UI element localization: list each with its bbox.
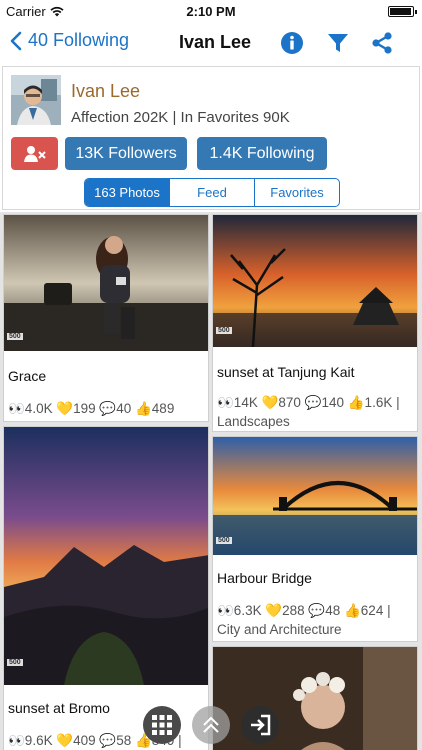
photo-card[interactable]: 500 Grace 👀4.0K 💛199 💬40 👍489	[3, 214, 209, 422]
photo-card[interactable]: 500 sunset at Tanjung Kait 👀14K 💛870 💬14…	[212, 214, 418, 432]
back-label: 40 Following	[28, 30, 130, 50]
photo-title: Grace	[8, 368, 47, 384]
chevron-left-icon	[10, 31, 22, 50]
photo-stats: 👀4.0K 💛199 💬40 👍489	[8, 401, 175, 416]
watermark-badge: 500	[7, 659, 23, 666]
photo-thumbnail[interactable]: 500	[4, 427, 208, 685]
profile-card: Ivan Lee Affection 202K | In Favorites 9…	[2, 66, 420, 210]
battery-icon	[388, 6, 417, 17]
watermark-badge: 500	[216, 327, 232, 334]
photo-title: Harbour Bridge	[217, 570, 312, 586]
logout-button[interactable]	[241, 706, 279, 744]
unfollow-button[interactable]	[11, 137, 58, 170]
page-title: Ivan Lee	[178, 32, 252, 52]
photo-title: sunset at Bromo	[8, 700, 110, 716]
share-icon[interactable]	[370, 31, 394, 55]
tab-feed[interactable]: Feed	[170, 179, 255, 206]
photo-grid: 500 Grace 👀4.0K 💛199 💬40 👍489 500 sunset	[0, 212, 422, 750]
tab-photos[interactable]: 163 Photos	[85, 179, 170, 206]
battery-level	[390, 8, 411, 15]
photo-thumbnail[interactable]: 500	[4, 215, 208, 351]
watermark-badge: 500	[216, 537, 232, 544]
profile-tabs: 163 Photos Feed Favorites	[84, 178, 340, 207]
scroll-top-icon	[203, 716, 219, 733]
profile-name[interactable]: Ivan Lee	[71, 81, 140, 102]
status-time: 2:10 PM	[186, 4, 236, 19]
photo-title: sunset at Tanjung Kait	[217, 364, 355, 380]
grid-menu-button[interactable]	[143, 706, 181, 744]
photo-card[interactable]: 500 Harbour Bridge 👀6.3K 💛288 💬48 👍624 |…	[212, 436, 418, 642]
logout-icon	[251, 714, 271, 736]
filter-icon[interactable]	[326, 31, 350, 55]
photo-card[interactable]: 500 sunset at Bromo 👀9.6K 💛409 💬58 👍849 …	[3, 426, 209, 750]
navigation-bar: 40 Following Ivan Lee	[0, 22, 422, 64]
photo-thumbnail[interactable]: 500	[213, 437, 417, 555]
following-button[interactable]: 1.4K Following	[197, 137, 327, 170]
profile-stats: Affection 202K | In Favorites 90K	[71, 109, 290, 126]
avatar[interactable]	[11, 75, 61, 125]
photo-stats: 👀6.3K 💛288 💬48 👍624 | City and Architect…	[217, 603, 391, 637]
followers-button[interactable]: 13K Followers	[65, 137, 187, 170]
photo-thumbnail[interactable]: 500	[213, 215, 417, 347]
tab-favorites[interactable]: Favorites	[255, 179, 339, 206]
watermark-badge: 500	[7, 333, 23, 340]
scroll-top-button[interactable]	[192, 706, 230, 744]
grid-menu-icon	[152, 715, 172, 735]
info-icon[interactable]	[280, 31, 304, 55]
photo-stats: 👀14K 💛870 💬140 👍1.6K | Landscapes	[217, 395, 400, 429]
remove-user-icon	[23, 145, 46, 162]
back-button[interactable]: 40 Following	[10, 30, 129, 51]
status-bar: Carrier 2:10 PM	[0, 0, 422, 22]
